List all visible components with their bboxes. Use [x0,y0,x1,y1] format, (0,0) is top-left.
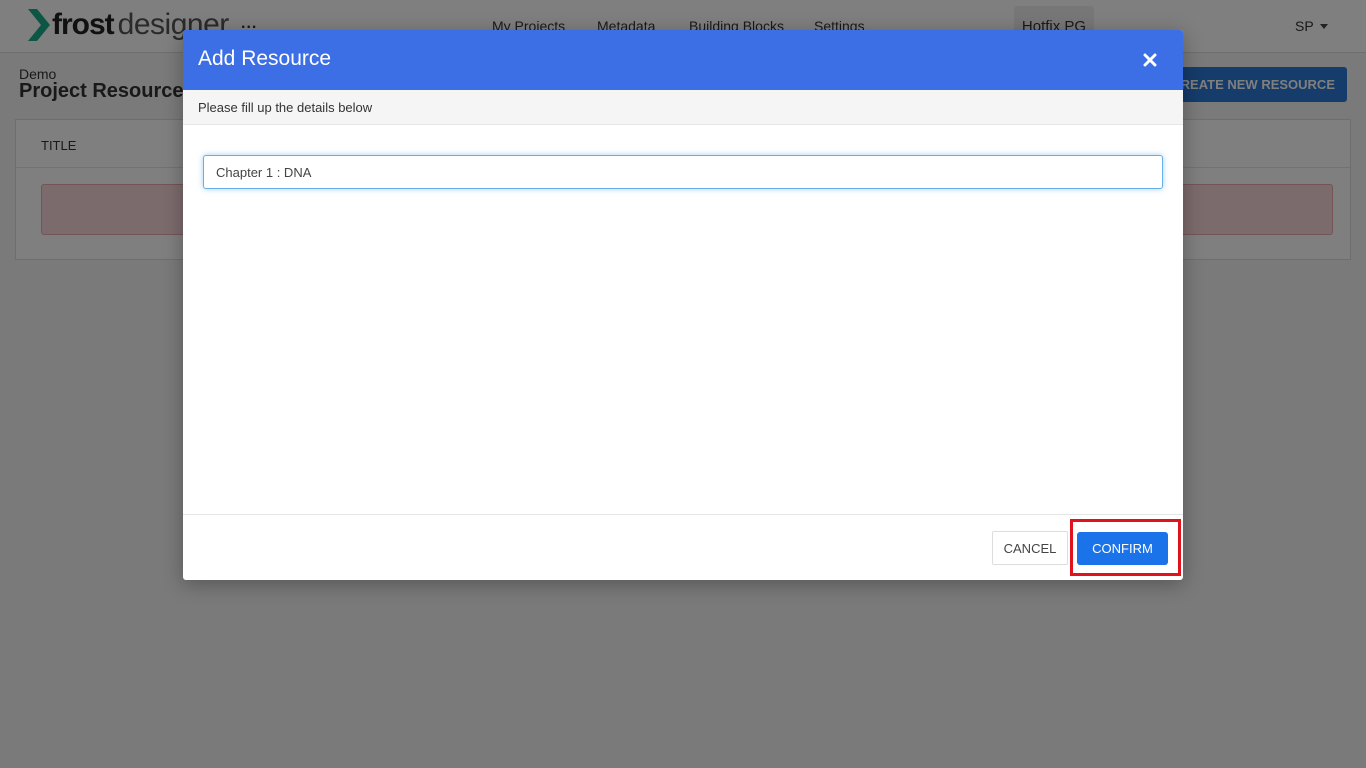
close-icon[interactable] [1139,49,1161,71]
modal-title: Add Resource [198,47,332,70]
confirm-button[interactable]: CONFIRM [1077,532,1168,565]
resource-name-input[interactable] [203,155,1163,189]
cancel-button[interactable]: CANCEL [992,531,1068,565]
modal-header: Add Resource [183,30,1183,90]
modal-instructions: Please fill up the details below [198,100,373,115]
modal-footer: CANCEL CONFIRM [183,514,1183,580]
add-resource-modal: Add Resource Please fill up the details … [183,30,1183,580]
modal-subheader: Please fill up the details below [183,90,1183,125]
